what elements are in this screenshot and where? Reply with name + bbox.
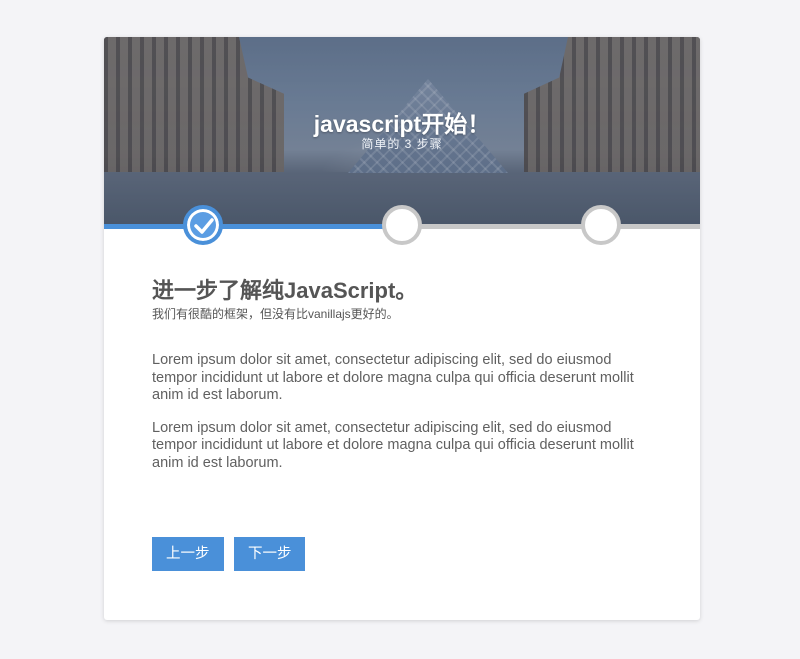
body-paragraph: Lorem ipsum dolor sit amet, consectetur … — [152, 419, 634, 471]
header-subtitle: 简单的 3 步骤 — [361, 137, 443, 151]
navigation-buttons: 上一步 下一步 — [152, 537, 311, 571]
step-2-indicator — [382, 205, 422, 245]
step-3-indicator — [581, 205, 621, 245]
header-image: javascript开始！ 简单的 3 步骤 — [104, 37, 700, 225]
header-title: javascript开始！ — [313, 111, 491, 137]
step-1-indicator — [183, 205, 223, 245]
progress-bar-fill — [104, 224, 402, 229]
step-subheading: 我们有很酷的框架，但没有比vanillajs更好的。 — [152, 307, 399, 321]
wizard-card: javascript开始！ 简单的 3 步骤 进一步了解纯JavaScript。… — [104, 37, 700, 620]
body-paragraph: Lorem ipsum dolor sit amet, consectetur … — [152, 352, 634, 403]
next-step-button[interactable]: 下一步 — [233, 537, 306, 571]
step-content: 进一步了解纯JavaScript。 我们有很酷的框架，但没有比vanillajs… — [152, 277, 652, 472]
checkmark-icon — [194, 218, 214, 234]
previous-step-button[interactable]: 上一步 — [152, 537, 224, 571]
step-heading: 进一步了解纯JavaScript。 — [152, 278, 418, 303]
